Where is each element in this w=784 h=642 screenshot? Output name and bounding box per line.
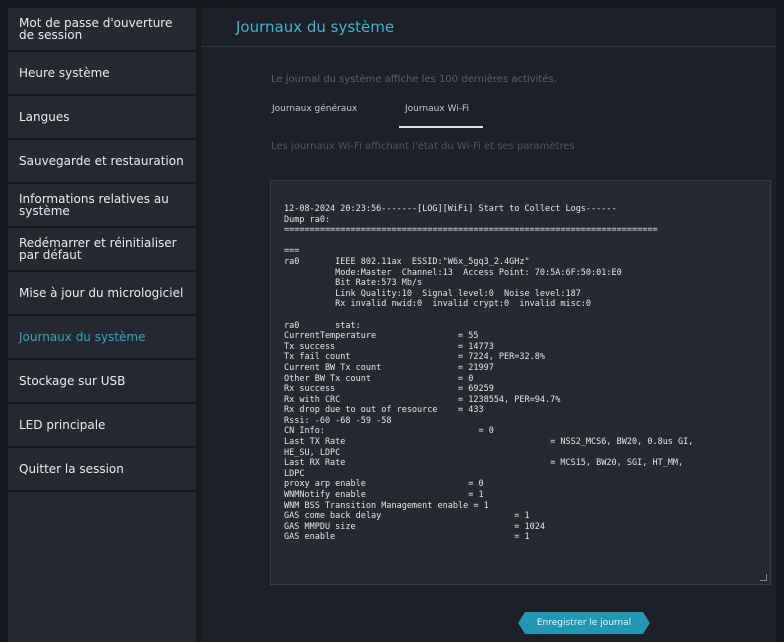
sidebar-item[interactable]: Mise à jour du micrologiciel xyxy=(8,272,196,316)
page-description: Le journal du système affiche les 100 de… xyxy=(271,74,557,85)
active-tab-indicator xyxy=(399,126,483,128)
tab-wifi-logs[interactable]: Journaux Wi-Fi xyxy=(405,104,469,114)
save-log-button[interactable]: Enregistrer le journal xyxy=(518,612,650,634)
sidebar-item[interactable]: Mot de passe d'ouverture de session xyxy=(8,8,196,52)
log-textarea[interactable]: 12-08-2024 20:23:56-------[LOG][WiFi] St… xyxy=(270,180,771,585)
main-panel: Journaux du système Le journal du systèm… xyxy=(201,8,776,642)
sidebar-item[interactable]: Quitter la session xyxy=(8,448,196,492)
wifi-logs-description: Les journaux Wi-Fi affichant l'état du W… xyxy=(271,141,575,152)
sidebar-item[interactable]: Stockage sur USB xyxy=(8,360,196,404)
page-title: Journaux du système xyxy=(236,18,395,36)
sidebar-item[interactable]: Journaux du système xyxy=(8,316,196,360)
log-text: 12-08-2024 20:23:56-------[LOG][WiFi] St… xyxy=(284,204,694,543)
tab-general-logs[interactable]: Journaux généraux xyxy=(272,104,357,114)
sidebar-item[interactable]: Informations relatives au système xyxy=(8,184,196,228)
page-header: Journaux du système xyxy=(201,8,776,47)
sidebar-nav: Mot de passe d'ouverture de session Heure… xyxy=(8,8,196,642)
sidebar-item[interactable]: LED principale xyxy=(8,404,196,448)
resize-handle-icon[interactable] xyxy=(760,574,767,581)
sidebar-item[interactable]: Langues xyxy=(8,96,196,140)
sidebar-item[interactable]: Redémarrer et réinitialiser par défaut xyxy=(8,228,196,272)
sidebar-item[interactable]: Sauvegarde et restauration xyxy=(8,140,196,184)
sidebar-item[interactable]: Heure système xyxy=(8,52,196,96)
